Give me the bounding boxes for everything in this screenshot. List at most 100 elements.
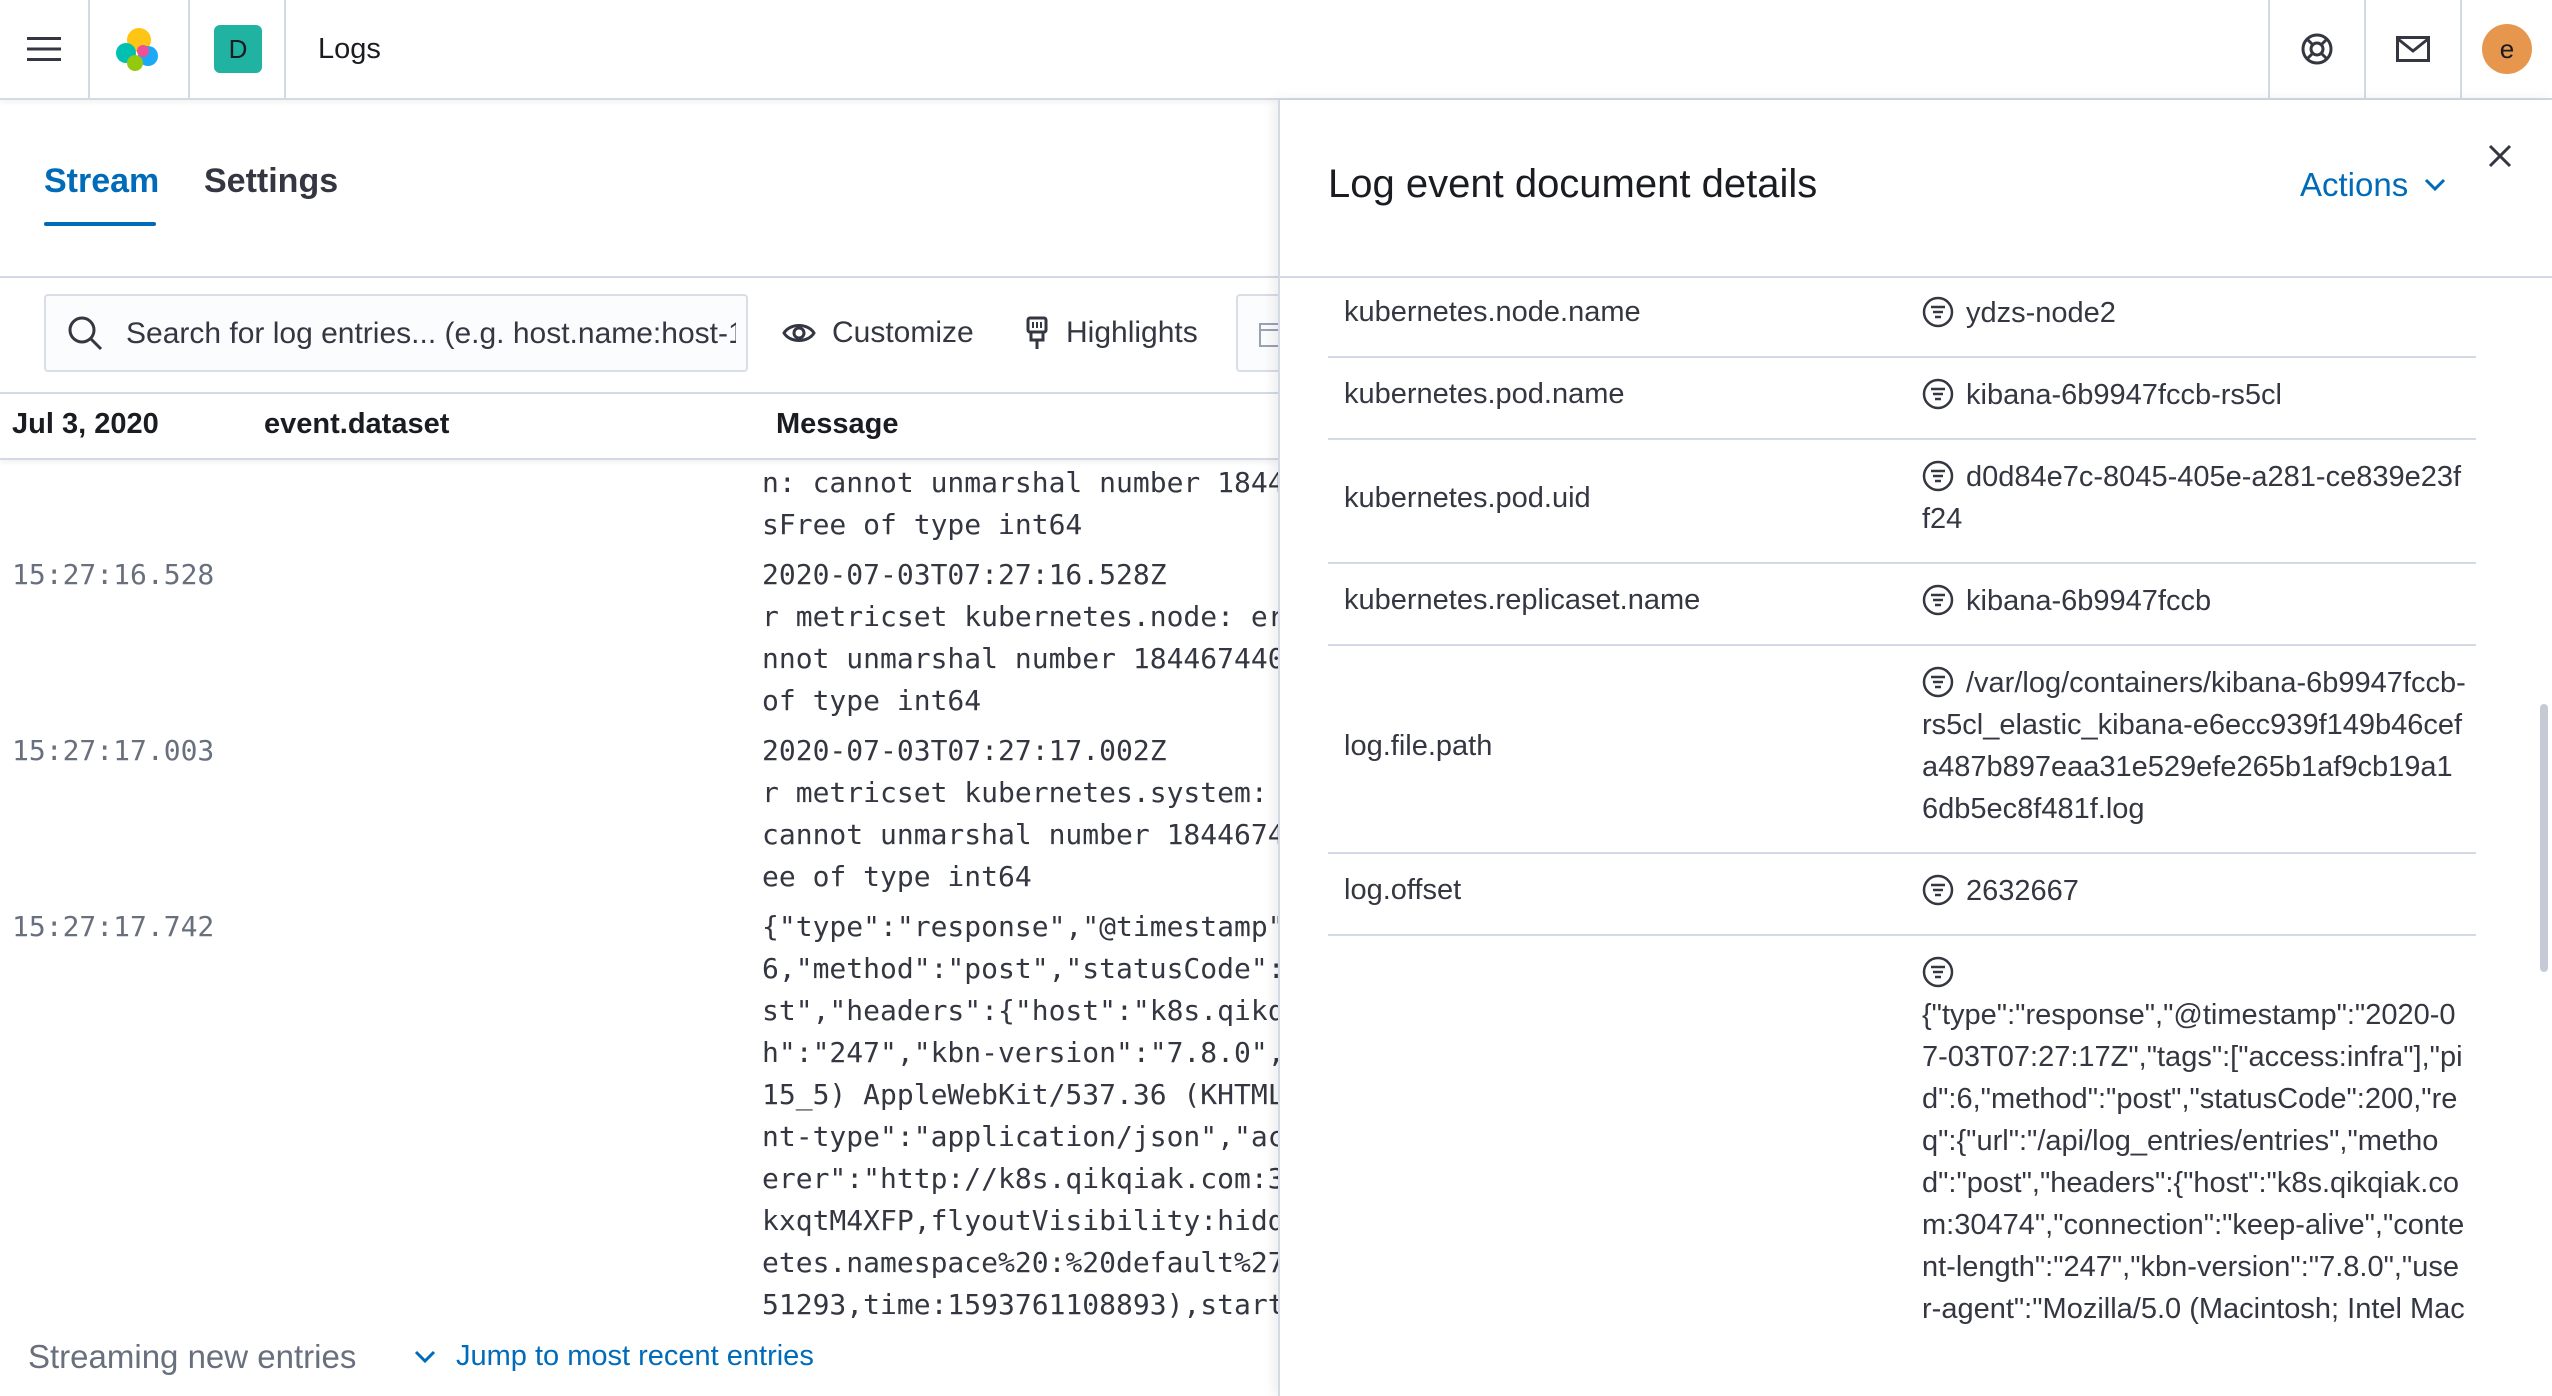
field-value-text: d0d84e7c-8045-405e-a281-ce839e23ff24 (1922, 461, 2462, 535)
log-stream: n: cannot unmarshal number 1844 sFree of… (0, 458, 1278, 1338)
field-value-text: 2632667 (1966, 875, 2079, 907)
log-details-flyout: Log event document details Actions kuber… (1278, 100, 2552, 1396)
close-icon[interactable] (2486, 142, 2514, 170)
timestamp-column-header: Jul 3, 2020 (12, 408, 159, 440)
eye-icon (782, 324, 816, 342)
logs-tabs: Stream Settings (0, 100, 1278, 278)
field-value-text: {"type":"response","@timestamp":"2020-07… (1922, 999, 2465, 1325)
stream-footer: Streaming new entries Jump to most recen… (0, 1320, 1278, 1396)
log-message-line: {"type":"response","@timestamp" (762, 910, 1278, 943)
field-value-text: kibana-6b9947fccb-rs5cl (1966, 379, 2282, 411)
filter-icon[interactable] (1922, 378, 1954, 410)
actions-menu-button[interactable]: Actions (2300, 166, 2446, 204)
field-value: kibana-6b9947fccb-rs5cl (1922, 374, 2466, 416)
field-value: d0d84e7c-8045-405e-a281-ce839e23ff24 (1922, 456, 2466, 540)
field-value-text: /var/log/containers/kibana-6b9947fccb-rs… (1922, 667, 2466, 825)
user-avatar: e (2482, 24, 2532, 74)
log-timestamp[interactable]: 15:27:17.003 (12, 734, 214, 767)
field-row: kubernetes.node.name ydzs-node2 (1328, 278, 2476, 358)
flyout-title: Log event document details (1328, 162, 1818, 206)
filter-icon[interactable] (1922, 584, 1954, 616)
help-button[interactable] (2270, 0, 2364, 98)
home-logo-link[interactable] (90, 0, 186, 98)
field-value: kibana-6b9947fccb (1922, 580, 2466, 622)
log-message-line: of type int64 (762, 684, 982, 717)
field-key: kubernetes.pod.uid (1344, 482, 1591, 514)
field-row: kubernetes.replicaset.name kibana-6b9947… (1328, 564, 2476, 646)
streaming-status: Streaming new entries (28, 1338, 357, 1375)
log-message-line: n: cannot unmarshal number 1844 (762, 466, 1278, 499)
space-avatar: D (214, 25, 262, 73)
log-message-line: etes.namespace%20:%20default%27 (762, 1246, 1278, 1279)
filter-icon[interactable] (1922, 956, 1954, 988)
mail-icon (2396, 36, 2430, 62)
log-timestamp[interactable]: 15:27:17.742 (12, 910, 214, 943)
jump-to-recent-label: Jump to most recent entries (456, 1340, 814, 1372)
log-message-line: h":"247","kbn-version":"7.8.0", (762, 1036, 1278, 1069)
menu-button[interactable] (0, 0, 88, 98)
user-menu-button[interactable]: e (2462, 0, 2552, 98)
filter-icon[interactable] (1922, 666, 1954, 698)
elastic-logo-icon (116, 28, 158, 71)
log-message-line: st","headers":{"host":"k8s.qikq (762, 994, 1278, 1027)
log-message-line: ee of type int64 (762, 860, 1032, 893)
log-message-line: r metricset kubernetes.node: er (762, 600, 1278, 633)
log-message-line: cannot unmarshal number 1844674 (762, 818, 1278, 851)
flyout-scrollbar[interactable] (2540, 704, 2548, 972)
log-message-line: erer":"http://k8s.qikqiak.com:3 (762, 1162, 1278, 1195)
log-message-line: sFree of type int64 (762, 508, 1083, 541)
field-details-list: kubernetes.node.name ydzs-node2 kubernet… (1328, 278, 2476, 1396)
field-value: 2632667 (1922, 870, 2466, 912)
log-message-line: 2020-07-03T07:27:16.528Z (762, 558, 1167, 591)
log-column-headers: Jul 3, 2020 event.dataset Message (0, 392, 1278, 460)
filter-icon[interactable] (1922, 296, 1954, 328)
log-message-line: 15_5) AppleWebKit/537.36 (KHTML (762, 1078, 1278, 1111)
breadcrumb-app-title[interactable]: Logs (318, 0, 381, 98)
field-row: log.offset 2632667 (1328, 854, 2476, 936)
dataset-column-header: event.dataset (264, 408, 450, 440)
field-key: kubernetes.node.name (1344, 296, 1641, 328)
space-selector[interactable]: D (190, 0, 286, 98)
tab-stream[interactable]: Stream (44, 162, 159, 201)
actions-label: Actions (2300, 166, 2409, 203)
log-message-line: 2020-07-03T07:27:17.002Z (762, 734, 1167, 767)
log-message-line: kxqtM4XFP,flyoutVisibility:hidd (762, 1204, 1278, 1237)
jump-to-recent-link[interactable]: Jump to most recent entries (414, 1340, 814, 1373)
search-bar[interactable] (44, 294, 748, 372)
tab-settings[interactable]: Settings (204, 162, 338, 201)
log-message-line: nt-type":"application/json","ac (762, 1120, 1278, 1153)
field-value-text: ydzs-node2 (1966, 297, 2116, 329)
log-message-line: 6,"method":"post","statusCode": (762, 952, 1278, 985)
highlights-button[interactable]: Highlights (1024, 294, 1198, 372)
customize-button[interactable]: Customize (782, 294, 974, 372)
field-value-text: kibana-6b9947fccb (1966, 585, 2212, 617)
field-value: /var/log/containers/kibana-6b9947fccb-rs… (1922, 662, 2466, 830)
field-row: {"type":"response","@timestamp":"2020-07… (1328, 936, 2476, 1396)
highlighter-icon (1026, 316, 1048, 349)
log-message-line: r metricset kubernetes.system: (762, 776, 1268, 809)
field-value: {"type":"response","@timestamp":"2020-07… (1922, 952, 2466, 1330)
news-mail-button[interactable] (2366, 0, 2460, 98)
field-key: log.file.path (1344, 730, 1493, 762)
log-message-line: nnot unmarshal number 184467440 (762, 642, 1278, 675)
log-message-line: 51293,time:1593761108893),start (762, 1288, 1278, 1321)
search-input[interactable] (124, 302, 738, 366)
field-row: kubernetes.pod.name kibana-6b9947fccb-rs… (1328, 358, 2476, 440)
field-key: log.offset (1344, 874, 1462, 906)
menu-icon (27, 37, 61, 61)
highlights-label: Highlights (1066, 316, 1198, 349)
field-value: ydzs-node2 (1922, 292, 2466, 334)
active-tab-indicator (44, 222, 156, 226)
filter-icon[interactable] (1922, 874, 1954, 906)
chevron-down-icon (414, 1350, 436, 1363)
message-column-header: Message (776, 408, 899, 440)
log-timestamp[interactable]: 15:27:16.528 (12, 558, 214, 591)
filter-icon[interactable] (1922, 460, 1954, 492)
search-icon (68, 316, 103, 351)
customize-label: Customize (832, 316, 974, 349)
field-key: kubernetes.pod.name (1344, 378, 1625, 410)
chevron-down-icon (2425, 178, 2446, 192)
field-key: kubernetes.replicaset.name (1344, 584, 1701, 616)
field-row: log.file.path /var/log/containers/kibana… (1328, 646, 2476, 854)
help-lifebuoy-icon (2301, 33, 2333, 65)
